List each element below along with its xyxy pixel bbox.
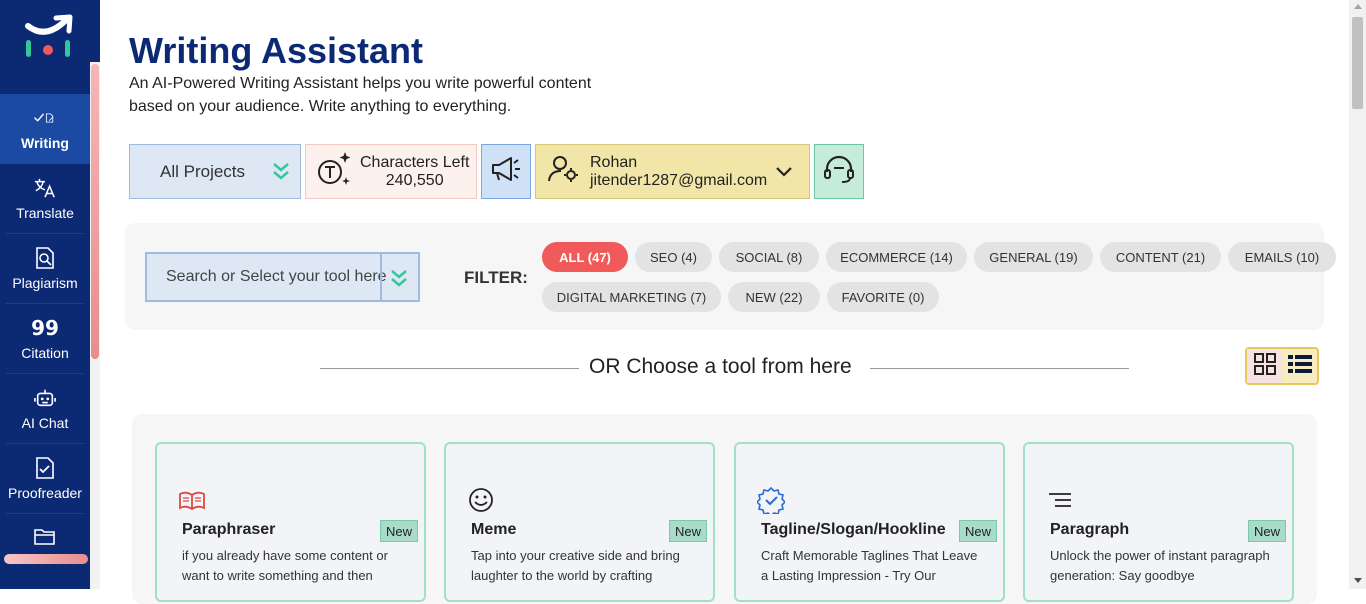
sidebar-item-proofreader[interactable]: Proofreader: [6, 444, 84, 514]
quote-icon: 99: [31, 315, 59, 340]
sidebar-item-label: Plagiarism: [12, 274, 78, 291]
filter-pill-general[interactable]: GENERAL (19): [974, 242, 1093, 272]
text-sparkle-icon: [316, 150, 352, 193]
tool-card-description: if you already have some content or want…: [182, 548, 388, 583]
sidebar-item-ai-chat[interactable]: AI Chat: [6, 374, 84, 444]
view-toggle: [1245, 347, 1319, 385]
new-badge: New: [379, 520, 418, 542]
robot-icon: [34, 387, 56, 409]
tool-card-description: Craft Memorable Taglines That Leave a La…: [761, 548, 978, 583]
filter-pill-digital-marketing[interactable]: DIGITAL MARKETING (7): [542, 282, 721, 312]
megaphone-icon: [490, 156, 522, 187]
plagiarism-search-icon: [34, 246, 56, 269]
book-icon: [178, 486, 206, 514]
user-email: jitender1287@gmail.com: [590, 171, 768, 189]
writing-check-icon: [34, 107, 56, 129]
filter-pill-seo[interactable]: SEO (4): [635, 242, 712, 272]
list-view-button[interactable]: [1282, 349, 1317, 383]
new-badge: New: [958, 520, 997, 542]
scroll-up-icon[interactable]: [1354, 4, 1362, 9]
double-chevron-down-icon: [272, 161, 290, 186]
filter-pill-ecommerce[interactable]: ECOMMERCE (14): [826, 242, 967, 272]
translate-icon: [34, 177, 56, 199]
sidebar-item-label: AI Chat: [21, 414, 69, 431]
filter-label: FILTER:: [464, 268, 528, 287]
tool-card-description: Unlock the power of instant paragraph ge…: [1050, 548, 1270, 583]
filter-pill-social[interactable]: SOCIAL (8): [719, 242, 819, 272]
sidebar-item-folder[interactable]: [6, 514, 84, 584]
sidebar-scrollbar[interactable]: [90, 62, 100, 589]
double-chevron-down-icon[interactable]: [390, 268, 408, 293]
scrollbar-thumb[interactable]: [1352, 17, 1363, 109]
page-scrollbar[interactable]: [1349, 0, 1366, 589]
new-badge: New: [668, 520, 707, 542]
sidebar-item-label: Translate: [16, 204, 74, 221]
grid-view-icon: [1253, 352, 1276, 380]
filter-pill-all[interactable]: ALL (47): [542, 242, 628, 272]
new-badge: New: [1247, 520, 1286, 542]
choose-tool-heading: OR Choose a tool from here: [589, 355, 852, 378]
filter-panel: Search or Select your tool here FILTER: …: [125, 223, 1336, 330]
paragraph-lines-icon: [1046, 486, 1074, 514]
projects-dropdown[interactable]: All Projects: [129, 144, 301, 199]
chevron-down-icon: [775, 165, 793, 183]
search-divider: [380, 254, 382, 300]
sidebar-nav: Writing Translate Plagiarism 99 Citation…: [0, 94, 90, 584]
sidebar-item-translate[interactable]: Translate: [6, 164, 84, 234]
page-title: Writing Assistant: [129, 30, 424, 71]
divider-right: [870, 368, 1129, 369]
sidebar-item-label: Citation: [21, 344, 69, 361]
tool-card-meme[interactable]: Meme New Tap into your creative side and…: [444, 442, 715, 602]
grid-view-button[interactable]: [1247, 349, 1282, 383]
projects-label: All Projects: [160, 161, 246, 181]
filter-pill-favorite[interactable]: FAVORITE (0): [827, 282, 939, 312]
verified-badge-icon: [755, 486, 787, 518]
user-account-dropdown[interactable]: Rohan jitender1287@gmail.com: [535, 144, 810, 199]
sidebar-item-writing[interactable]: Writing: [0, 94, 90, 164]
tool-card-tagline[interactable]: Tagline/Slogan/Hookline New Craft Memora…: [734, 442, 1005, 602]
folder-icon: [34, 526, 56, 548]
page-subtitle: An AI-Powered Writing Assistant helps yo…: [129, 75, 592, 115]
sidebar-item-citation[interactable]: 99 Citation: [6, 304, 84, 374]
tool-search-placeholder: Search or Select your tool here: [166, 268, 387, 285]
list-view-icon: [1287, 354, 1312, 379]
filter-pill-content[interactable]: CONTENT (21): [1100, 242, 1221, 272]
tool-card-description: Tap into your creative side and bring la…: [471, 548, 680, 583]
announcements-button[interactable]: [481, 144, 531, 199]
characters-left-box: Characters Left 240,550: [305, 144, 477, 199]
smiley-icon: [467, 486, 495, 514]
characters-left-value: 240,550: [385, 171, 444, 189]
sidebar: Writing Translate Plagiarism 99 Citation…: [0, 0, 100, 589]
sidebar-horizontal-scrollbar[interactable]: [0, 551, 90, 569]
sidebar-item-plagiarism[interactable]: Plagiarism: [6, 234, 84, 304]
filter-pill-emails[interactable]: EMAILS (10): [1228, 242, 1336, 272]
tool-card-title: Meme: [471, 521, 517, 538]
sidebar-item-label: Writing: [21, 135, 69, 151]
tool-card-title: Paraphraser: [182, 521, 276, 538]
support-button[interactable]: [814, 144, 864, 199]
proofread-icon: [34, 456, 56, 479]
app-logo[interactable]: [22, 14, 74, 62]
scroll-down-icon[interactable]: [1354, 578, 1362, 583]
tool-card-title: Tagline/Slogan/Hookline: [761, 521, 946, 538]
tool-search-input[interactable]: Search or Select your tool here: [145, 252, 420, 302]
filter-pill-new[interactable]: NEW (22): [728, 282, 820, 312]
tool-card-paragraph[interactable]: Paragraph New Unlock the power of instan…: [1023, 442, 1294, 602]
tool-card-title: Paragraph: [1050, 521, 1130, 538]
sidebar-item-label: Proofreader: [8, 484, 82, 501]
tool-card-paraphraser[interactable]: Paraphraser New if you already have some…: [155, 442, 426, 602]
user-name: Rohan: [590, 153, 638, 171]
headset-support-icon: [823, 154, 855, 189]
divider-left: [320, 368, 579, 369]
characters-left-label: Characters Left: [360, 153, 470, 171]
user-settings-icon: [548, 155, 580, 188]
